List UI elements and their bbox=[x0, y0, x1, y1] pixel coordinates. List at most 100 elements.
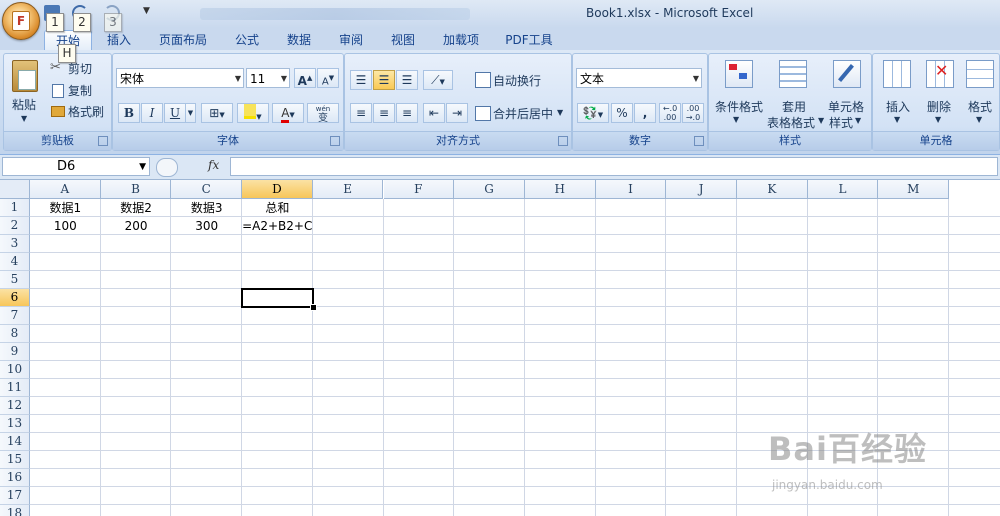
phonetic-button[interactable]: wén 变 bbox=[307, 103, 339, 124]
tab-review[interactable]: 审阅 bbox=[332, 30, 370, 50]
row-header-9[interactable]: 9 bbox=[0, 343, 30, 361]
column-header-d[interactable]: D bbox=[242, 180, 313, 199]
align-top-button[interactable]: ☰ bbox=[350, 70, 372, 90]
delete-dropdown-icon[interactable]: ▼ bbox=[935, 115, 941, 124]
format-dropdown-icon[interactable]: ▼ bbox=[976, 115, 982, 124]
column-header-g[interactable]: G bbox=[454, 180, 525, 199]
align-left-button[interactable]: ≡ bbox=[350, 103, 372, 123]
insert-dropdown-icon[interactable]: ▼ bbox=[894, 115, 900, 124]
column-header-b[interactable]: B bbox=[100, 180, 172, 199]
column-header-i[interactable]: I bbox=[595, 180, 667, 199]
row-header-4[interactable]: 4 bbox=[0, 253, 30, 271]
cell-a1[interactable]: 数据1 bbox=[30, 199, 101, 217]
bold-button[interactable]: B bbox=[118, 103, 140, 123]
cell-c1[interactable]: 数据3 bbox=[171, 199, 242, 217]
merge-dropdown-icon[interactable]: ▼ bbox=[557, 108, 563, 117]
cell-styles-dropdown-icon[interactable]: ▼ bbox=[855, 116, 861, 125]
number-format-select[interactable]: 文本 ▼ bbox=[576, 68, 702, 88]
italic-button[interactable]: I bbox=[141, 103, 163, 123]
cell-styles-icon[interactable] bbox=[833, 60, 861, 88]
increase-decimal-button[interactable]: ←.0.00 bbox=[659, 103, 681, 123]
increase-indent-button[interactable]: ⇥ bbox=[446, 103, 468, 123]
cell-styles-line1[interactable]: 单元格 bbox=[828, 98, 864, 115]
active-cell-border[interactable] bbox=[241, 288, 314, 308]
row-header-15[interactable]: 15 bbox=[0, 451, 30, 469]
clipboard-launcher-icon[interactable] bbox=[98, 136, 108, 146]
row-header-3[interactable]: 3 bbox=[0, 235, 30, 253]
row-header-10[interactable]: 10 bbox=[0, 361, 30, 379]
cell-styles-line2[interactable]: 样式 bbox=[829, 114, 853, 131]
tab-pdf-tools[interactable]: PDF工具 bbox=[500, 30, 558, 50]
cell-b1[interactable]: 数据2 bbox=[101, 199, 172, 217]
cell-c2[interactable]: 300 bbox=[171, 217, 242, 235]
tab-insert[interactable]: 插入 bbox=[100, 30, 138, 50]
font-launcher-icon[interactable] bbox=[330, 136, 340, 146]
tab-view[interactable]: 视图 bbox=[384, 30, 422, 50]
comma-button[interactable]: , bbox=[634, 103, 656, 123]
merge-center-icon[interactable] bbox=[475, 106, 491, 121]
column-header-k[interactable]: K bbox=[737, 180, 808, 199]
conditional-format-label[interactable]: 条件格式 bbox=[715, 98, 763, 115]
orientation-button[interactable]: ⟋▼ bbox=[423, 70, 453, 90]
column-header-m[interactable]: M bbox=[878, 180, 950, 199]
row-header-14[interactable]: 14 bbox=[0, 433, 30, 451]
row-header-11[interactable]: 11 bbox=[0, 379, 30, 397]
column-header-a[interactable]: A bbox=[30, 180, 101, 199]
column-header-f[interactable]: F bbox=[383, 180, 455, 199]
row-header-8[interactable]: 8 bbox=[0, 325, 30, 343]
row-header-13[interactable]: 13 bbox=[0, 415, 30, 433]
font-size-select[interactable]: 11 ▼ bbox=[246, 68, 290, 88]
cell-d2[interactable]: =A2+B2+C2 bbox=[242, 217, 313, 235]
align-middle-button[interactable]: ☰ bbox=[373, 70, 395, 90]
column-header-h[interactable]: H bbox=[524, 180, 596, 199]
decrease-indent-button[interactable]: ⇤ bbox=[423, 103, 445, 123]
insert-function-icon[interactable]: fx bbox=[208, 158, 219, 172]
borders-button[interactable]: ⊞▼ bbox=[201, 103, 233, 123]
wrap-text-label[interactable]: 自动换行 bbox=[493, 72, 541, 89]
grow-font-button[interactable]: A▲ bbox=[294, 68, 316, 88]
table-dropdown-icon[interactable]: ▼ bbox=[818, 116, 824, 125]
align-right-button[interactable]: ≡ bbox=[396, 103, 418, 123]
zoom-handle-icon[interactable] bbox=[156, 158, 178, 177]
conditional-format-icon[interactable] bbox=[725, 60, 753, 88]
row-header-16[interactable]: 16 bbox=[0, 469, 30, 487]
format-cells-label[interactable]: 格式 bbox=[968, 98, 992, 115]
tab-formulas[interactable]: 公式 bbox=[228, 30, 266, 50]
delete-cells-icon[interactable]: ✕ bbox=[926, 60, 954, 88]
cell-a2[interactable]: 100 bbox=[30, 217, 101, 235]
column-header-e[interactable]: E bbox=[312, 180, 384, 199]
font-name-select[interactable]: 宋体 ▼ bbox=[116, 68, 244, 88]
select-all-button[interactable] bbox=[0, 180, 30, 199]
align-center-button[interactable]: ≡ bbox=[373, 103, 395, 123]
row-header-2[interactable]: 2 bbox=[0, 217, 30, 235]
insert-cells-icon[interactable] bbox=[883, 60, 911, 88]
format-painter-label[interactable]: 格式刷 bbox=[68, 103, 104, 120]
shrink-font-button[interactable]: A▼ bbox=[317, 68, 339, 88]
align-bottom-button[interactable]: ☰ bbox=[396, 70, 418, 90]
copy-label[interactable]: 复制 bbox=[68, 82, 92, 99]
wrap-text-icon[interactable] bbox=[475, 72, 491, 88]
paste-label[interactable]: 粘贴 bbox=[12, 96, 36, 113]
format-as-table-line2[interactable]: 表格格式 bbox=[767, 114, 815, 131]
row-header-1[interactable]: 1 bbox=[0, 199, 30, 217]
customize-qat-icon[interactable]: ▼ bbox=[143, 6, 150, 16]
format-cells-icon[interactable] bbox=[966, 60, 994, 88]
format-as-table-icon[interactable] bbox=[779, 60, 807, 88]
underline-dropdown-icon[interactable]: ▼ bbox=[186, 103, 196, 123]
merge-center-label[interactable]: 合并后居中 bbox=[493, 105, 553, 122]
alignment-launcher-icon[interactable] bbox=[558, 136, 568, 146]
accounting-format-button[interactable]: 💱▼ bbox=[577, 103, 609, 123]
cell-d1[interactable]: 总和 bbox=[242, 199, 313, 217]
delete-cells-label[interactable]: 删除 bbox=[927, 98, 951, 115]
row-header-7[interactable]: 7 bbox=[0, 307, 30, 325]
paste-dropdown-icon[interactable]: ▼ bbox=[21, 114, 27, 123]
row-header-18[interactable]: 18 bbox=[0, 505, 30, 516]
percent-button[interactable]: % bbox=[611, 103, 633, 123]
column-header-c[interactable]: C bbox=[171, 180, 243, 199]
row-header-6[interactable]: 6 bbox=[0, 289, 30, 307]
underline-button[interactable]: U bbox=[164, 103, 186, 123]
column-header-j[interactable]: J bbox=[666, 180, 737, 199]
column-header-l[interactable]: L bbox=[807, 180, 879, 199]
row-header-12[interactable]: 12 bbox=[0, 397, 30, 415]
insert-cells-label[interactable]: 插入 bbox=[886, 98, 910, 115]
